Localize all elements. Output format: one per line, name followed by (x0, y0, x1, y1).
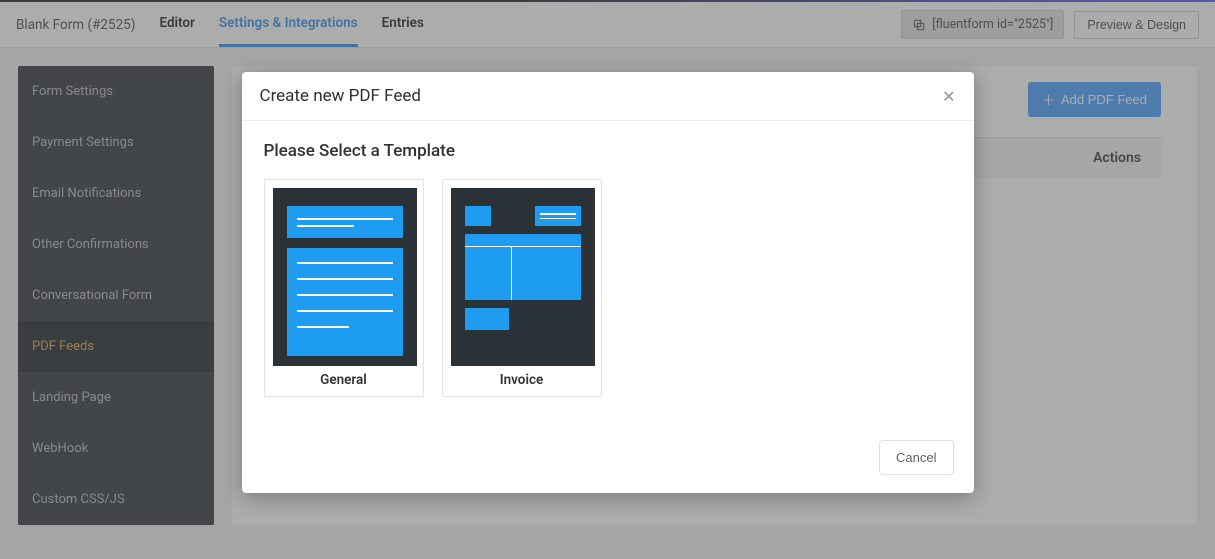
template-invoice-preview (451, 188, 595, 366)
modal-subtitle: Please Select a Template (264, 141, 952, 161)
modal-overlay[interactable]: Create new PDF Feed ✕ Please Select a Te… (0, 0, 1215, 559)
cancel-button[interactable]: Cancel (879, 440, 953, 475)
template-invoice-label: Invoice (451, 366, 593, 388)
template-general[interactable]: General (264, 179, 424, 397)
template-general-label: General (273, 366, 415, 388)
close-icon[interactable]: ✕ (942, 87, 955, 106)
template-invoice[interactable]: Invoice (442, 179, 602, 397)
modal-title: Create new PDF Feed (260, 86, 421, 106)
template-general-preview (273, 188, 417, 366)
create-pdf-feed-modal: Create new PDF Feed ✕ Please Select a Te… (242, 72, 974, 493)
